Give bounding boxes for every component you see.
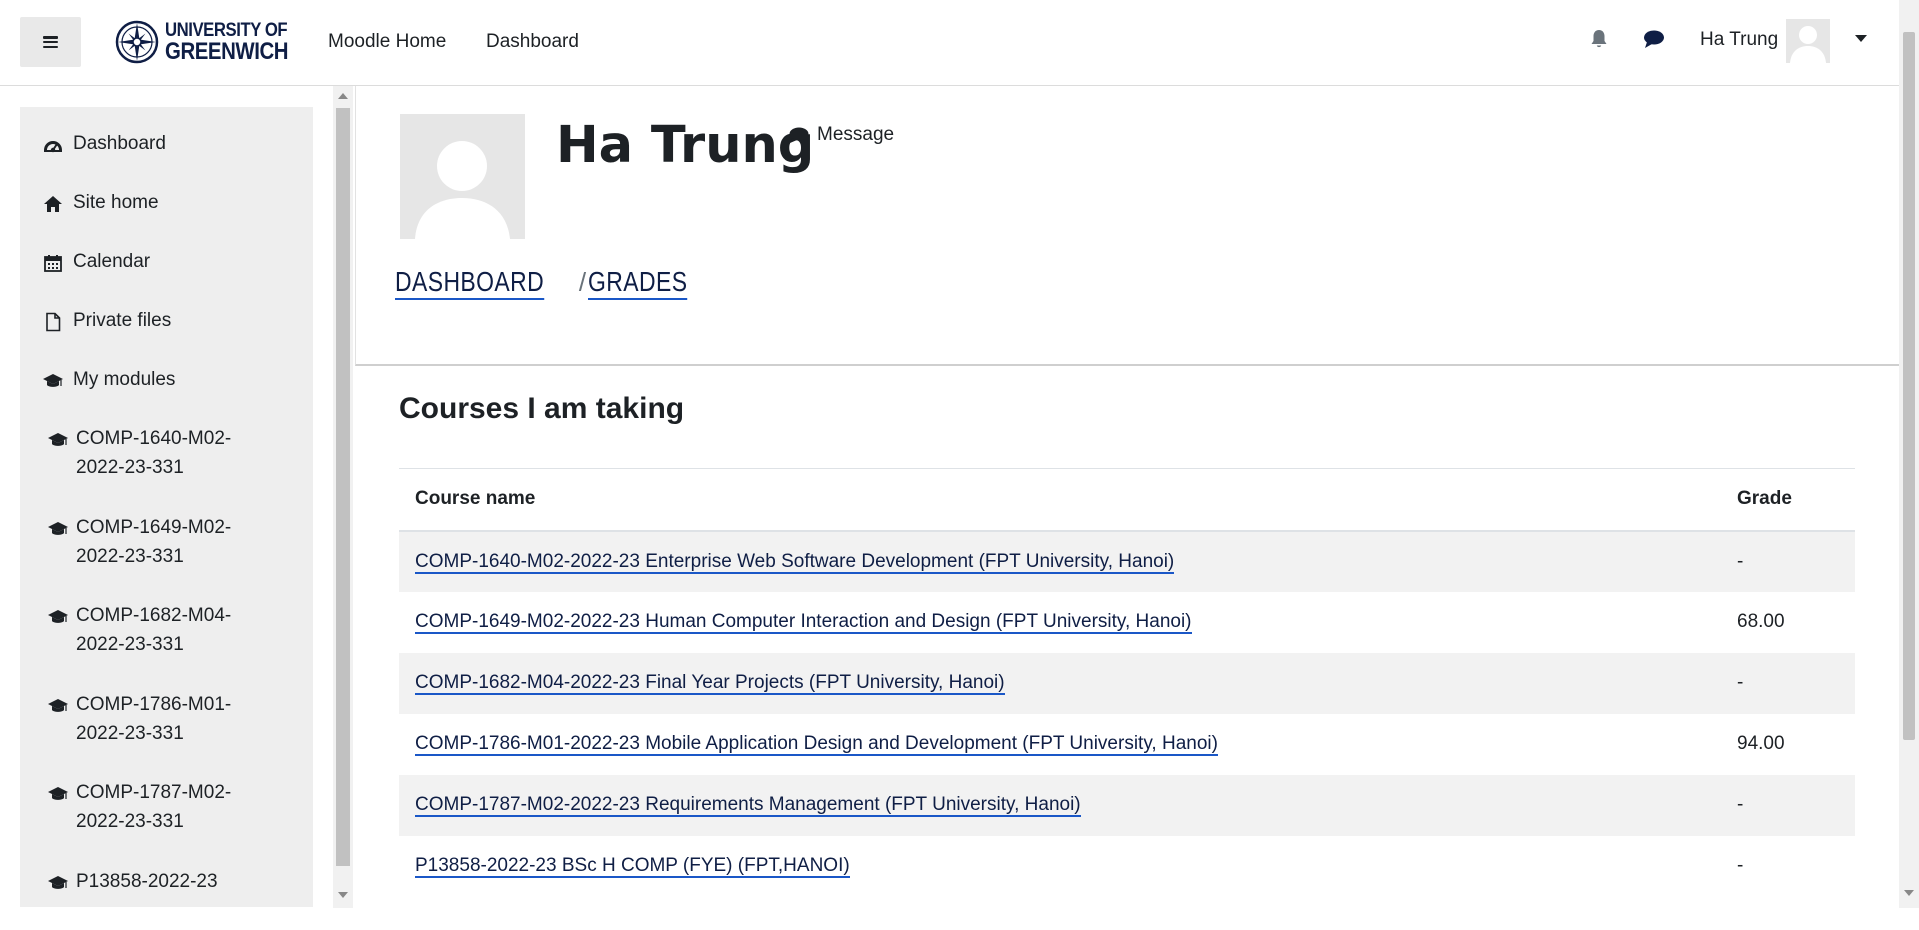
drawer-item-module[interactable]: COMP-1682-M04-2022-23-331 <box>20 605 313 659</box>
table-header-row: Course name Grade <box>399 468 1855 532</box>
top-navbar: UNIVERSITY OF GREENWICH Moodle Home Dash… <box>0 0 1919 86</box>
nav-dashboard-link[interactable]: Dashboard <box>486 0 579 84</box>
default-avatar-icon <box>1790 26 1826 63</box>
course-cell: P13858-2022-23 BSc H COMP (FYE) (FPT,HAN… <box>399 836 1737 897</box>
drawer-module-label: P13858-2022-23 <box>76 871 218 892</box>
drawer-item-label: Site home <box>73 192 159 213</box>
drawer-item-label: My modules <box>73 369 176 390</box>
drawer-item-module[interactable]: COMP-1786-M01-2022-23-331 <box>20 694 313 748</box>
courses-grades-table: Course name Grade COMP-1640-M02-2022-23 … <box>399 468 1855 897</box>
drawer-item-my-modules[interactable]: My modules <box>20 369 313 394</box>
breadcrumb-separator: / <box>578 267 587 297</box>
table-row: COMP-1682-M04-2022-23 Final Year Project… <box>399 652 1855 714</box>
breadcrumb: DASHBOARD / GRADES <box>395 266 709 300</box>
drawer-item-module[interactable]: P13858-2022-23 <box>20 871 313 896</box>
page-title: Ha Trung <box>556 116 815 175</box>
drawer-item-module[interactable]: COMP-1649-M02-2022-23-331 <box>20 517 313 571</box>
breadcrumb-grades-link[interactable]: GRADES <box>588 266 688 300</box>
graduation-cap-icon <box>48 699 68 712</box>
graduation-cap-icon <box>48 876 68 889</box>
scroll-down-arrow-icon[interactable] <box>1904 890 1914 896</box>
drawer-item-site-home[interactable]: Site home <box>20 192 313 217</box>
site-logo[interactable]: UNIVERSITY OF GREENWICH <box>115 20 310 64</box>
column-header-grade: Grade <box>1737 468 1855 532</box>
drawer-item-private-files[interactable]: Private files <box>20 310 313 335</box>
wordmark-line-2: GREENWICH <box>165 37 289 65</box>
profile-picture <box>400 114 525 239</box>
course-link[interactable]: COMP-1786-M01-2022-23 Mobile Application… <box>415 733 1218 756</box>
breadcrumb-dashboard-link[interactable]: DASHBOARD <box>395 266 545 300</box>
message-button[interactable]: Message <box>789 124 894 146</box>
tachometer-icon <box>44 141 62 153</box>
course-link[interactable]: COMP-1682-M04-2022-23 Final Year Project… <box>415 672 1005 695</box>
table-row: COMP-1640-M02-2022-23 Enterprise Web Sof… <box>399 530 1855 592</box>
calendar-icon <box>44 255 62 272</box>
home-icon <box>44 196 62 212</box>
university-wordmark: UNIVERSITY OF GREENWICH <box>165 21 310 64</box>
table-row: COMP-1787-M02-2022-23 Requirements Manag… <box>399 774 1855 836</box>
graduation-cap-icon <box>48 433 68 446</box>
scroll-up-arrow-icon[interactable] <box>338 93 348 99</box>
main-region: Ha Trung Message DASHBOARD / GRADES Cour… <box>355 86 1899 908</box>
graduation-cap-icon <box>43 374 63 387</box>
graduation-cap-icon <box>48 787 68 800</box>
page-scrollbar-thumb[interactable] <box>1903 32 1915 740</box>
grade-cell: - <box>1737 530 1855 592</box>
grade-cell: 94.00 <box>1737 733 1785 754</box>
drawer-item-module[interactable]: COMP-1640-M02-2022-23-331 <box>20 428 313 482</box>
drawer-module-label: COMP-1786-M01-2022-23-331 <box>76 694 232 744</box>
drawer-item-label: Dashboard <box>73 133 166 154</box>
drawer-module-label: COMP-1682-M04-2022-23-331 <box>76 605 232 655</box>
message-button-label: Message <box>817 124 895 145</box>
drawer-module-label: COMP-1787-M02-2022-23-331 <box>76 782 232 832</box>
section-title: Courses I am taking <box>399 392 685 425</box>
caret-down-icon[interactable] <box>1855 35 1867 42</box>
drawer-module-label: COMP-1649-M02-2022-23-331 <box>76 517 232 567</box>
course-link[interactable]: P13858-2022-23 BSc H COMP (FYE) (FPT,HAN… <box>415 855 850 878</box>
page-scrollbar[interactable] <box>1899 0 1919 908</box>
scroll-down-arrow-icon[interactable] <box>338 892 348 898</box>
user-name[interactable]: Ha Trung <box>1700 0 1778 80</box>
avatar[interactable] <box>1786 19 1830 63</box>
column-header-course-name: Course name <box>399 468 1737 532</box>
graduation-cap-icon <box>48 522 68 535</box>
chat-bubble-icon <box>789 127 809 143</box>
drawer-scrollbar[interactable] <box>333 86 353 908</box>
course-cell: COMP-1682-M04-2022-23 Final Year Project… <box>399 652 1737 714</box>
file-icon <box>46 312 61 332</box>
chat-bubble-icon[interactable] <box>1643 28 1665 50</box>
compass-logo-icon <box>115 20 159 64</box>
course-link[interactable]: COMP-1649-M02-2022-23 Human Computer Int… <box>415 611 1192 634</box>
table-row: COMP-1786-M01-2022-23 Mobile Application… <box>399 714 1855 775</box>
drawer-item-calendar[interactable]: Calendar <box>20 251 313 276</box>
nav-moodle-home-link[interactable]: Moodle Home <box>328 0 446 84</box>
graduation-cap-icon <box>48 610 68 623</box>
page-header: Ha Trung Message DASHBOARD / GRADES <box>355 86 1899 366</box>
drawer-item-dashboard[interactable]: Dashboard <box>20 133 313 158</box>
table-row: COMP-1649-M02-2022-23 Human Computer Int… <box>399 592 1855 653</box>
drawer-item-label: Calendar <box>73 251 151 272</box>
course-cell: COMP-1787-M02-2022-23 Requirements Manag… <box>399 774 1737 836</box>
drawer-item-module[interactable]: COMP-1787-M02-2022-23-331 <box>20 782 313 836</box>
table-row: P13858-2022-23 BSc H COMP (FYE) (FPT,HAN… <box>399 836 1855 897</box>
grade-cell: - <box>1737 855 1744 876</box>
default-user-silhouette-icon <box>415 141 510 239</box>
drawer-scrollbar-thumb[interactable] <box>336 108 350 866</box>
course-cell: COMP-1649-M02-2022-23 Human Computer Int… <box>399 592 1737 653</box>
course-cell: COMP-1786-M01-2022-23 Mobile Application… <box>399 714 1737 775</box>
course-cell: COMP-1640-M02-2022-23 Enterprise Web Sof… <box>399 530 1737 592</box>
drawer-toggle-button[interactable] <box>20 17 81 67</box>
grade-cell: - <box>1737 652 1855 714</box>
drawer-module-label: COMP-1640-M02-2022-23-331 <box>76 428 232 478</box>
nav-drawer: Dashboard Site home Calendar Private fil… <box>20 107 313 907</box>
course-link[interactable]: COMP-1787-M02-2022-23 Requirements Manag… <box>415 794 1081 817</box>
bell-icon[interactable] <box>1588 28 1610 50</box>
hamburger-icon <box>43 36 58 48</box>
grade-cell: 68.00 <box>1737 611 1785 632</box>
grade-cell: - <box>1737 774 1855 836</box>
drawer-item-label: Private files <box>73 310 172 331</box>
course-link[interactable]: COMP-1640-M02-2022-23 Enterprise Web Sof… <box>415 550 1175 574</box>
